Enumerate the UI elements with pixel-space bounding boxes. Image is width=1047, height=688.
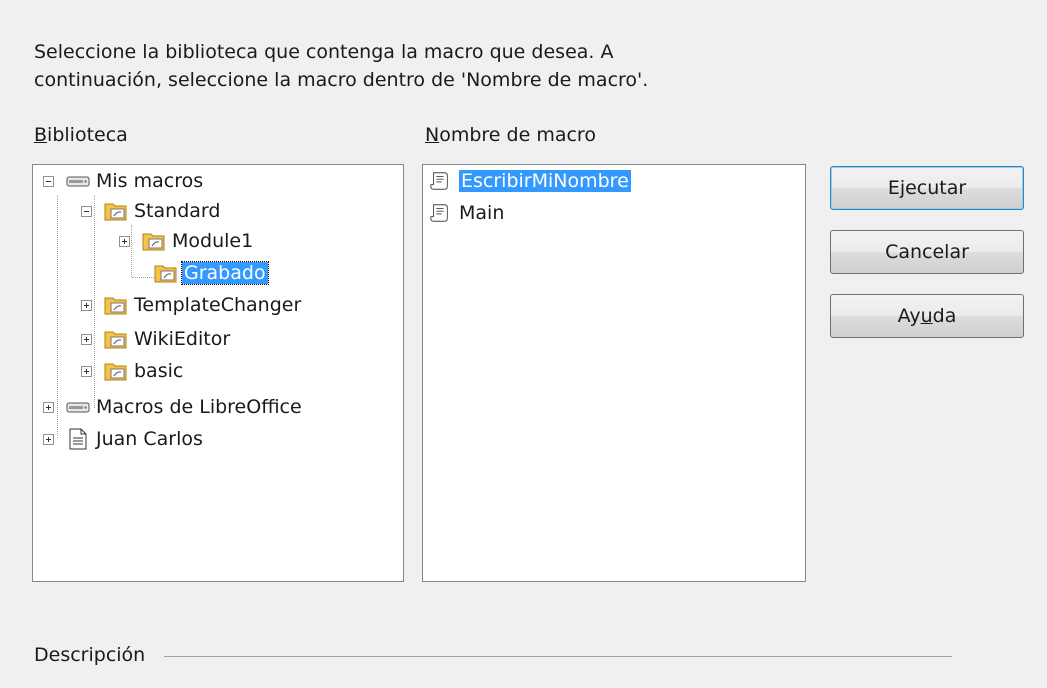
tree-item-label-selected: Grabado xyxy=(181,261,269,285)
instructions-text: Seleccione la biblioteca que contenga la… xyxy=(34,38,648,94)
library-folder-icon xyxy=(104,297,127,315)
library-folder-icon xyxy=(104,203,127,221)
library-folder-icon xyxy=(104,331,127,349)
library-label: Biblioteca xyxy=(34,124,128,146)
library-folder-icon xyxy=(154,265,177,283)
macro-script-icon xyxy=(430,172,448,190)
tree-item-label: Macros de LibreOffice xyxy=(96,396,302,418)
drive-icon xyxy=(66,402,90,413)
macro-item-label-selected: EscribirMiNombre xyxy=(459,170,631,192)
tree-item-label: WikiEditor xyxy=(134,328,231,350)
tree-item-mis-macros[interactable]: Mis macros xyxy=(43,167,203,195)
tree-item-label: Standard xyxy=(134,200,221,222)
expand-icon[interactable] xyxy=(119,235,130,247)
macro-item-main[interactable]: Main xyxy=(429,199,504,227)
tree-item-label: TemplateChanger xyxy=(134,294,302,316)
macro-script-icon xyxy=(430,204,448,222)
expand-icon[interactable] xyxy=(81,365,92,377)
tree-item-label: Mis macros xyxy=(96,170,204,192)
tree-item-standard[interactable]: Standard xyxy=(81,197,220,225)
expand-icon[interactable] xyxy=(81,333,92,345)
collapse-icon[interactable] xyxy=(81,205,92,217)
macro-item-label: Main xyxy=(459,202,505,224)
document-icon xyxy=(69,428,87,450)
tree-item-basic[interactable]: basic xyxy=(81,357,183,385)
expand-icon[interactable] xyxy=(81,299,92,311)
tree-item-macros-libreoffice[interactable]: Macros de LibreOffice xyxy=(43,393,302,421)
run-button[interactable]: Ejecutar xyxy=(830,166,1024,210)
expand-icon[interactable] xyxy=(43,401,54,413)
macro-name-label: Nombre de macro xyxy=(425,124,596,146)
tree-item-label: Module1 xyxy=(172,230,254,252)
library-tree[interactable]: Mis macros Standard Module1 Grabado Temp… xyxy=(32,164,404,582)
library-folder-icon xyxy=(142,233,165,251)
cancel-button[interactable]: Cancelar xyxy=(830,230,1024,274)
description-separator xyxy=(164,656,952,657)
macro-list[interactable]: EscribirMiNombre Main xyxy=(422,164,806,582)
help-button[interactable]: Ayuda xyxy=(830,294,1024,338)
collapse-icon[interactable] xyxy=(43,175,54,187)
tree-item-grabado[interactable]: Grabado xyxy=(154,259,269,287)
expand-icon[interactable] xyxy=(43,433,54,445)
library-folder-icon xyxy=(104,363,127,381)
tree-item-juan-carlos[interactable]: Juan Carlos xyxy=(43,425,203,453)
macro-item-escribirminombre[interactable]: EscribirMiNombre xyxy=(429,167,631,195)
description-label: Descripción xyxy=(34,644,146,666)
tree-item-label: basic xyxy=(134,360,184,382)
tree-item-label: Juan Carlos xyxy=(96,428,203,450)
tree-item-wikieditor[interactable]: WikiEditor xyxy=(81,325,230,353)
tree-item-module1[interactable]: Module1 xyxy=(119,227,253,255)
drive-icon xyxy=(66,176,90,187)
tree-item-templatechanger[interactable]: TemplateChanger xyxy=(81,291,301,319)
instructions-line-2: continuación, seleccione la macro dentro… xyxy=(34,69,649,91)
instructions-line-1: Seleccione la biblioteca que contenga la… xyxy=(34,41,614,63)
